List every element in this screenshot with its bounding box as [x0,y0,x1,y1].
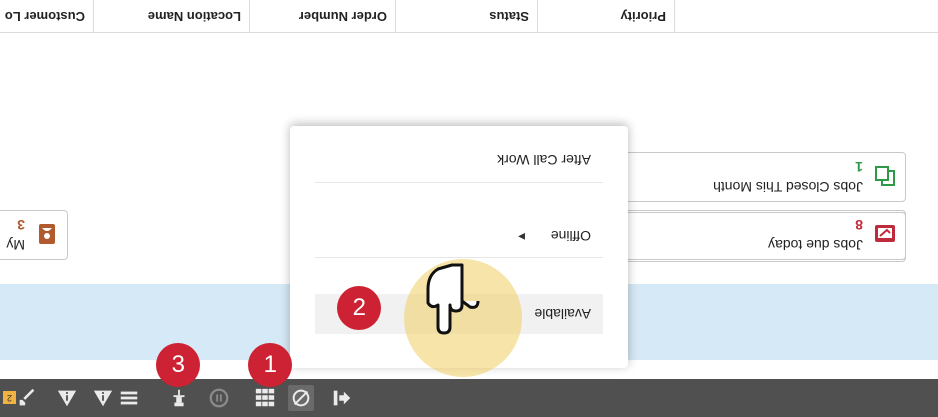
card-count: 8 [855,217,863,233]
step-marker-3: 3 [156,343,200,387]
card-my[interactable]: My 3 [0,210,68,260]
tools-icon[interactable] [14,385,40,411]
column-header-order-number[interactable]: Order Number [250,0,396,32]
card-count: 3 [17,217,25,233]
status-icon[interactable] [288,385,314,411]
column-header-customer-location[interactable]: Customer Lo [0,0,94,32]
list-icon[interactable] [116,385,142,411]
warning-icon[interactable] [54,385,80,411]
pointing-hand-icon [426,263,480,335]
card-title: Jobs due today [768,237,863,253]
alert-icon[interactable] [90,385,116,411]
column-header-location-name[interactable]: Location Name [94,0,250,32]
step-marker-2: 2 [337,286,381,330]
card-title: My [6,237,25,253]
menu-item-label: Offline [550,228,591,244]
address-book-icon [39,224,55,244]
step-marker-1: 1 [248,343,292,387]
card-title: Jobs Closed This Month [713,179,863,195]
push-pin-icon[interactable] [166,385,192,411]
menu-item-label: After Call Work [497,152,591,168]
card-jobs-closed-this-month[interactable]: Jobs Closed This Month 1 [598,152,906,202]
column-header-priority[interactable]: Priority [538,0,675,32]
tools-badge: 2 [3,391,16,404]
card-jobs-due-today[interactable]: Jobs due today 8 [598,210,906,260]
step-number: 2 [352,294,366,321]
logout-icon[interactable] [329,385,355,411]
menu-divider [315,257,603,258]
step-number: 3 [171,351,185,378]
table-header-row: Priority Status Order Number Location Na… [0,0,938,33]
menu-item-label: Available [534,306,591,322]
calendar-check-icon [875,225,895,242]
menu-divider [315,182,603,183]
screen: 2 Available Offline ▶ After Call Work Jo… [0,0,938,417]
apps-grid-icon[interactable] [252,385,278,411]
pause-icon[interactable] [206,385,232,411]
column-header-status[interactable]: Status [396,0,538,32]
card-count: 1 [855,159,863,175]
menu-item-offline[interactable]: Offline ▶ [315,216,603,256]
taskbar: 2 [0,379,938,417]
submenu-arrow-icon: ▶ [518,232,525,242]
step-number: 1 [263,351,277,378]
menu-item-after-call-work[interactable]: After Call Work [315,140,603,180]
copy-documents-icon [875,166,895,186]
